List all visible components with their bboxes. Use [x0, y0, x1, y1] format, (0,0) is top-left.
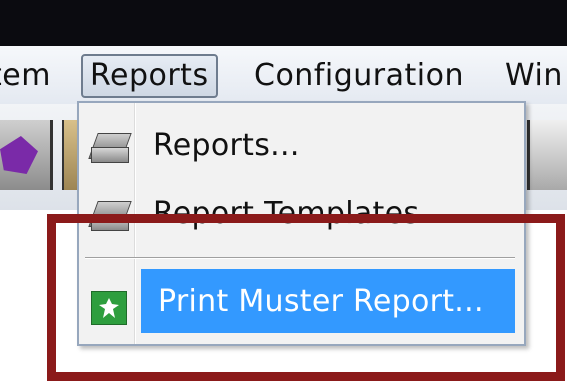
menu-item-reports[interactable]: Reports... — [83, 117, 516, 175]
toolbar-button[interactable] — [527, 120, 567, 190]
menu-item-report-templates[interactable]: Report Templates... — [83, 185, 516, 243]
menu-reports[interactable]: Reports — [81, 54, 218, 98]
menu-configuration[interactable]: Configuration — [254, 59, 464, 93]
menu-item-label: Reports... — [153, 128, 300, 163]
menu-item-label: Report Templates... — [153, 196, 449, 231]
menu-window[interactable]: Win — [505, 59, 563, 93]
menu-item-label: Print Muster Report... — [158, 284, 484, 319]
menu-separator — [85, 257, 515, 259]
toolbar-glyph-icon — [0, 136, 38, 174]
screenshot-stage: tem Reports Configuration Win Reports...… — [0, 0, 567, 382]
reports-dropdown-menu: Reports... Report Templates... Print Mus… — [77, 101, 526, 346]
muster-report-icon — [91, 291, 127, 325]
menu-item-print-muster-report[interactable]: Print Muster Report... — [83, 267, 516, 333]
report-icon — [88, 129, 132, 163]
window-title-bar — [0, 0, 567, 46]
menu-bar: tem Reports Configuration Win — [0, 46, 567, 105]
report-template-icon — [88, 197, 132, 231]
menu-system[interactable]: tem — [0, 59, 51, 93]
toolbar-button[interactable] — [0, 120, 53, 190]
